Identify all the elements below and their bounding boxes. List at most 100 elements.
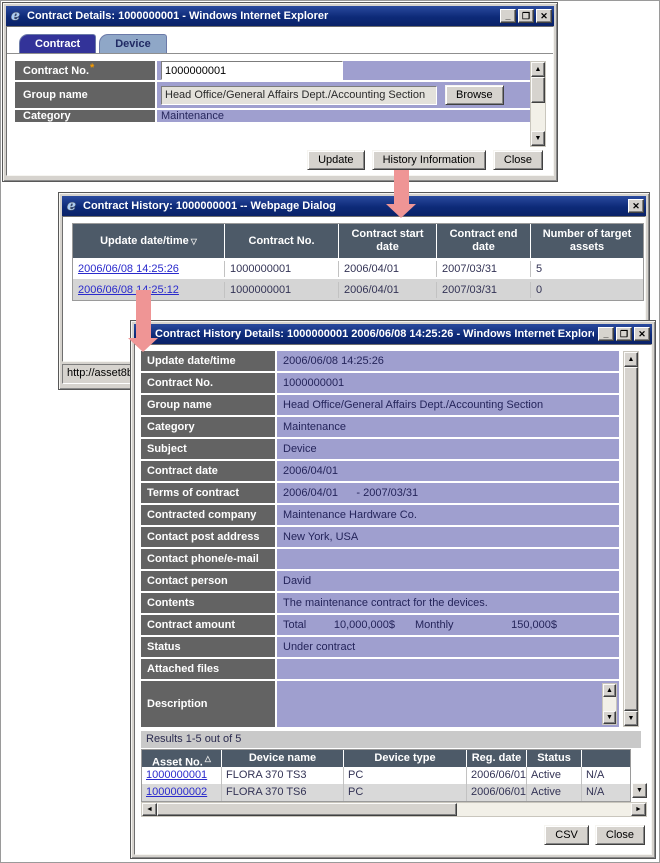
results-table-header: Asset No. △ Device name Device type Reg. …: [142, 750, 630, 767]
close-dialog-button[interactable]: Close: [492, 150, 543, 170]
scroll-up-icon[interactable]: ▲: [624, 352, 638, 367]
description-textarea[interactable]: ▲ ▼: [277, 681, 619, 727]
scrollbar-thumb[interactable]: [531, 77, 545, 103]
table-row: 2006/06/08 14:25:12 1000000001 2006/04/0…: [73, 279, 643, 300]
flow-arrow-down-icon: [386, 170, 416, 218]
detail-value: Under contract: [277, 637, 619, 657]
scroll-down-icon[interactable]: ▼: [603, 711, 616, 724]
tab-device[interactable]: Device: [99, 34, 167, 53]
amount-total-value: 10,000,000$: [333, 619, 395, 631]
form-row-category: Category Maintenance: [15, 110, 531, 122]
maximize-button[interactable]: ❐: [518, 9, 534, 23]
detail-label: Status: [141, 637, 275, 657]
detail-value: 2006/06/08 14:25:26: [277, 351, 619, 371]
column-header-status[interactable]: Status: [527, 750, 582, 767]
browse-button[interactable]: Browse: [445, 85, 504, 105]
detail-value: Maintenance: [277, 417, 619, 437]
column-header-asset-no[interactable]: Asset No. △: [142, 750, 222, 767]
scroll-right-icon[interactable]: ►: [631, 803, 646, 816]
results-table: Asset No. △ Device name Device type Reg. …: [141, 749, 631, 802]
detail-value: Device: [277, 439, 619, 459]
results-scroll-down-icon[interactable]: ▼: [632, 783, 647, 798]
scroll-down-icon[interactable]: ▼: [531, 131, 545, 146]
close-button[interactable]: ✕: [628, 199, 644, 213]
update-button[interactable]: Update: [307, 150, 365, 170]
group-name-label: Group name: [23, 89, 88, 101]
close-button[interactable]: ✕: [634, 327, 650, 341]
sort-desc-icon: ▽: [190, 236, 197, 246]
detail-label: Update date/time: [141, 351, 275, 371]
contract-no-input[interactable]: [161, 61, 343, 80]
group-name-input[interactable]: [161, 85, 437, 105]
asset-link[interactable]: 1000000001: [146, 769, 207, 781]
close-button[interactable]: ✕: [536, 9, 552, 23]
minimize-button[interactable]: _: [500, 9, 516, 23]
titlebar[interactable]: e Contract History Details: 1000000001 2…: [134, 324, 652, 344]
column-header-target-assets[interactable]: Number of target assets: [531, 224, 643, 258]
results-horizontal-scrollbar[interactable]: ◄ ►: [141, 802, 647, 817]
detail-label: Group name: [141, 395, 275, 415]
window-title: Contract History: 1000000001 -- Webpage …: [83, 200, 336, 212]
detail-label: Contact post address: [141, 527, 275, 547]
scroll-up-icon[interactable]: ▲: [603, 684, 616, 697]
window-contract-details: e Contract Details: 1000000001 - Windows…: [2, 2, 558, 182]
detail-label: Contract No.: [141, 373, 275, 393]
column-header-start-date[interactable]: Contract start date: [339, 224, 437, 258]
titlebar[interactable]: e Contract Details: 1000000001 - Windows…: [6, 6, 554, 26]
detail-label: Contract amount: [141, 615, 275, 635]
detail-value: 2006/04/01 - 2007/03/31: [277, 483, 619, 503]
scrollbar-thumb[interactable]: [624, 367, 638, 711]
amount-monthly-label: Monthly: [415, 619, 454, 631]
detail-label: Terms of contract: [141, 483, 275, 503]
detail-value: [277, 549, 619, 569]
detail-label: Contact person: [141, 571, 275, 591]
scroll-left-icon[interactable]: ◄: [142, 803, 157, 816]
details-vertical-scrollbar[interactable]: ▲ ▼: [623, 351, 639, 727]
description-scrollbar[interactable]: ▲ ▼: [602, 683, 617, 725]
close-dialog-button[interactable]: Close: [594, 825, 645, 845]
column-header-reg-date[interactable]: Reg. date: [467, 750, 527, 767]
detail-label: Attached files: [141, 659, 275, 679]
detail-value: The maintenance contract for the devices…: [277, 593, 619, 613]
column-header-device-name[interactable]: Device name: [222, 750, 344, 767]
sort-asc-icon: △: [204, 754, 211, 763]
detail-value: New York, USA: [277, 527, 619, 547]
csv-button[interactable]: CSV: [544, 825, 589, 845]
amount-total-label: Total: [283, 619, 307, 631]
tab-contract[interactable]: Contract: [19, 34, 97, 53]
history-table-header: Update date/time ▽ Contract No. Contract …: [73, 224, 643, 258]
window-title: Contract Details: 1000000001 - Windows I…: [27, 10, 329, 22]
category-label: Category: [23, 110, 71, 122]
scrollbar-thumb[interactable]: [157, 803, 457, 816]
asset-link[interactable]: 1000000002: [146, 786, 207, 798]
column-header-end-date[interactable]: Contract end date: [437, 224, 531, 258]
details-table: Update date/time 2006/06/08 14:25:26 Cont…: [141, 351, 619, 729]
ie-icon: e: [11, 7, 20, 24]
form-vertical-scrollbar[interactable]: ▲ ▼: [530, 61, 546, 147]
table-row: 1000000001 FLORA 370 TS3 PC 2006/06/01 A…: [142, 767, 630, 784]
contract-no-label: Contract No.: [23, 64, 89, 77]
detail-value: Maintenance Hardware Co.: [277, 505, 619, 525]
detail-label: Contents: [141, 593, 275, 613]
scroll-up-icon[interactable]: ▲: [531, 62, 545, 77]
dialog-buttons: Update History Information Close: [307, 150, 543, 170]
description-row: Description ▲ ▼: [141, 681, 619, 727]
maximize-button[interactable]: ❐: [616, 327, 632, 341]
history-link[interactable]: 2006/06/08 14:25:26: [78, 263, 179, 275]
detail-label: Contact phone/e-mail: [141, 549, 275, 569]
window-title: Contract History Details: 1000000001 200…: [155, 328, 594, 340]
detail-label: Subject: [141, 439, 275, 459]
detail-label: Description: [141, 681, 275, 727]
history-information-button[interactable]: History Information: [371, 150, 486, 170]
scroll-down-icon[interactable]: ▼: [624, 711, 638, 726]
dialog-buttons: CSV Close: [544, 825, 645, 845]
column-header-device-type[interactable]: Device type: [344, 750, 467, 767]
minimize-button[interactable]: _: [598, 327, 614, 341]
column-header-update-datetime[interactable]: Update date/time ▽: [73, 224, 225, 258]
amount-monthly-value: 150,000$: [511, 619, 557, 631]
detail-label: Contracted company: [141, 505, 275, 525]
titlebar[interactable]: e Contract History: 1000000001 -- Webpag…: [62, 196, 646, 216]
column-header-contract-no[interactable]: Contract No.: [225, 224, 339, 258]
column-header-clipped[interactable]: [582, 750, 630, 767]
category-value: Maintenance: [161, 110, 224, 122]
